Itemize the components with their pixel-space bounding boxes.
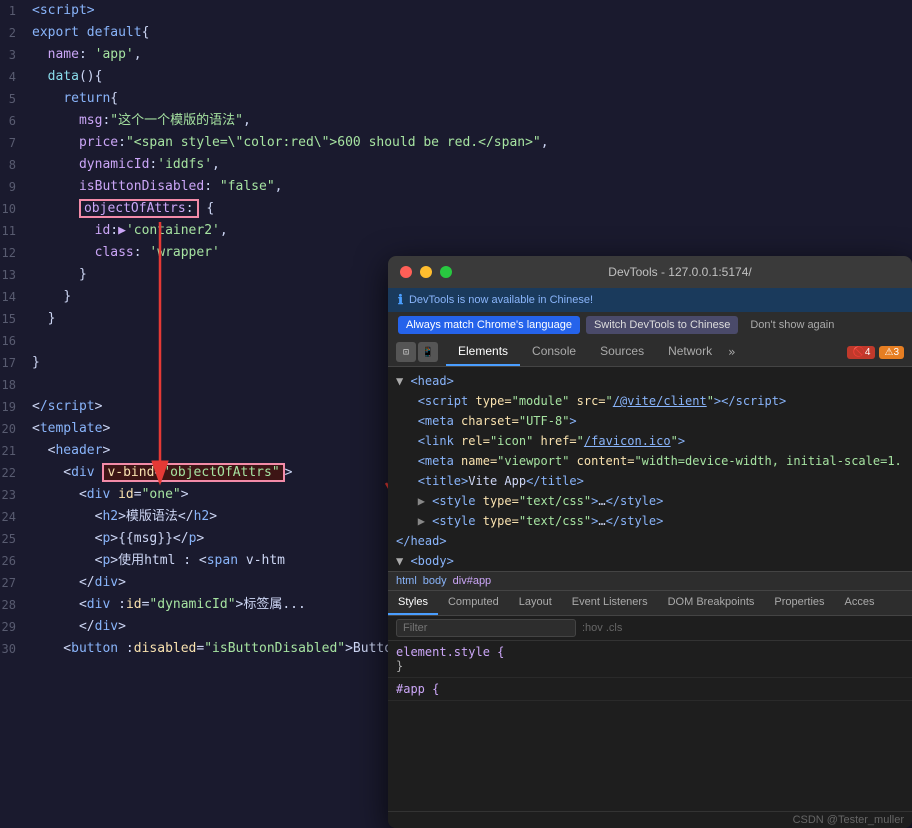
element-picker-icon[interactable]: ⊡ (396, 342, 416, 362)
devtools-langbar: Always match Chrome's language Switch De… (388, 312, 912, 338)
tree-title: <title>Vite App</title> (388, 471, 912, 491)
tree-link-icon: <link rel="icon" href="/favicon.ico"> (388, 431, 912, 451)
maximize-button[interactable] (440, 266, 452, 278)
footer-text: CSDN @Tester_muller (793, 814, 904, 826)
line-9: 9 isButtonDisabled: "false", (0, 176, 912, 198)
tab-more[interactable]: » (724, 339, 739, 365)
line-3: 3 name: 'app', (0, 44, 912, 66)
tab-dom-breakpoints[interactable]: DOM Breakpoints (658, 591, 765, 615)
warning-badge: ⚠3 (879, 346, 904, 359)
tree-script: <script type="module" src="/@vite/client… (388, 391, 912, 411)
line-5: 5 return{ (0, 88, 912, 110)
styles-filter-bar: :hov .cls (388, 616, 912, 641)
line-7: 7 price:"<span style=\"color:red\">600 s… (0, 132, 912, 154)
line-6: 6 msg:"这个一个模版的语法", (0, 110, 912, 132)
inspector-tools: ⊡ 📱 (396, 342, 438, 362)
tab-styles[interactable]: Styles (388, 591, 438, 615)
devtools-panel: DevTools - 127.0.0.1:5174/ ℹ DevTools is… (388, 256, 912, 828)
tab-badges: 🚫4 ⚠3 (847, 346, 904, 359)
styles-element-rule: element.style { } (388, 641, 912, 678)
tab-properties[interactable]: Properties (764, 591, 834, 615)
line-1: 1<script> (0, 0, 912, 22)
dont-show-button[interactable]: Don't show again (744, 316, 840, 334)
device-toolbar-icon[interactable]: 📱 (418, 342, 438, 362)
tab-network[interactable]: Network (656, 338, 724, 366)
tab-accessibility[interactable]: Acces (835, 591, 885, 615)
tree-style1: ▶ <style type="text/css">…</style> (388, 491, 912, 511)
bc-current[interactable]: div#app (453, 575, 492, 587)
tree-meta-charset: <meta charset="UTF-8"> (388, 411, 912, 431)
line-10: 10 objectOfAttrs: { (0, 198, 912, 220)
styles-filter-hint: :hov .cls (582, 622, 622, 634)
html-tree[interactable]: ▼ <head> <script type="module" src="/@vi… (388, 367, 912, 571)
tab-console[interactable]: Console (520, 338, 588, 366)
devtools-infobar: ℹ DevTools is now available in Chinese! (388, 288, 912, 312)
styles-filter-input[interactable] (396, 619, 576, 637)
match-language-button[interactable]: Always match Chrome's language (398, 316, 580, 334)
line-8: 8 dynamicId:'iddfs', (0, 154, 912, 176)
tab-event-listeners[interactable]: Event Listeners (562, 591, 658, 615)
tree-style2: ▶ <style type="text/css">…</style> (388, 511, 912, 531)
info-icon: ℹ (398, 292, 403, 308)
tab-elements[interactable]: Elements (446, 338, 520, 366)
devtools-titlebar: DevTools - 127.0.0.1:5174/ (388, 256, 912, 288)
tree-head: ▼ <head> (388, 371, 912, 391)
infobar-text: DevTools is now available in Chinese! (409, 294, 593, 306)
bc-body[interactable]: body (423, 575, 447, 587)
devtools-bottom-tabs: Styles Computed Layout Event Listeners D… (388, 591, 912, 616)
devtools-title: DevTools - 127.0.0.1:5174/ (460, 265, 900, 279)
close-button[interactable] (400, 266, 412, 278)
line-11: 11 id:▶'container2', (0, 220, 912, 242)
devtools-breadcrumb: html body div#app (388, 571, 912, 591)
line-4: 4 data(){ (0, 66, 912, 88)
tree-body: ▼ <body> (388, 551, 912, 571)
tab-computed[interactable]: Computed (438, 591, 509, 615)
tab-sources[interactable]: Sources (588, 338, 656, 366)
minimize-button[interactable] (420, 266, 432, 278)
tree-head-close: </head> (388, 531, 912, 551)
error-badge: 🚫4 (847, 346, 875, 359)
styles-panel: :hov .cls element.style { } #app { (388, 616, 912, 812)
styles-app-rule: #app { (388, 678, 912, 701)
tree-meta-viewport: <meta name="viewport" content="width=dev… (388, 451, 912, 471)
switch-chinese-button[interactable]: Switch DevTools to Chinese (586, 316, 738, 334)
tab-layout[interactable]: Layout (509, 591, 562, 615)
devtools-footer: CSDN @Tester_muller (388, 811, 912, 828)
bc-html[interactable]: html (396, 575, 417, 587)
line-2: 2export default{ (0, 22, 912, 44)
devtools-tabs: ⊡ 📱 Elements Console Sources Network » 🚫… (388, 338, 912, 367)
